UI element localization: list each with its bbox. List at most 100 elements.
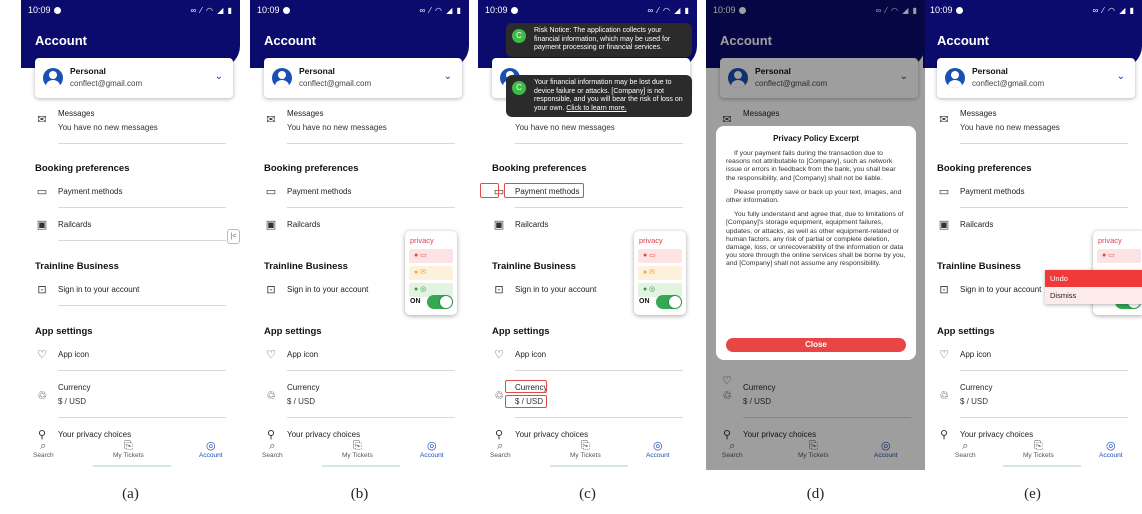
- ticket-icon: ⎘: [580, 440, 590, 452]
- briefcase-icon: ⊡: [37, 284, 47, 296]
- messages-label: Messages: [960, 109, 997, 118]
- heart-icon: ♡: [494, 349, 504, 361]
- modal-paragraph: Please promptly save or back up your tex…: [726, 188, 902, 205]
- tab-my-tickets[interactable]: ⎘ My Tickets: [570, 440, 601, 459]
- highlight-currency-value: [505, 395, 547, 408]
- status-bar: 10:09 ∞ ⁄ ◠ ◢ ▮: [923, 0, 1142, 20]
- modal-paragraph: You fully understand and agree that, due…: [726, 211, 906, 268]
- privacy-card-item[interactable]: ● ▭: [1097, 249, 1141, 263]
- divider: [515, 207, 683, 208]
- envelope-icon: ✉: [37, 114, 47, 126]
- privacy-mail-item[interactable]: ● ✉: [638, 266, 682, 280]
- caption-d: (d): [806, 486, 825, 502]
- tab-my-tickets[interactable]: ⎘ My Tickets: [113, 440, 144, 459]
- status-bar: 10:09 ∞ ⁄ ◠ ◢ ▮: [250, 0, 469, 20]
- privacy-toggle[interactable]: [656, 295, 682, 309]
- tab-account[interactable]: ◎ Account: [646, 440, 670, 459]
- tab-account[interactable]: ◎ Account: [1099, 440, 1123, 459]
- app-settings-title: App settings: [264, 326, 322, 337]
- undo-menu-item[interactable]: Undo: [1045, 270, 1142, 287]
- privacy-toggle[interactable]: [427, 295, 453, 309]
- page-title: Account: [35, 33, 87, 48]
- close-button[interactable]: Close: [726, 338, 906, 352]
- tab-search[interactable]: ⌕ Search: [490, 440, 511, 459]
- privacy-card-item[interactable]: ● ▭: [409, 249, 453, 263]
- privacy-mail-item[interactable]: ● ✉: [409, 266, 453, 280]
- app-icon-label: App icon: [287, 350, 319, 359]
- risk-notice-toast[interactable]: C Risk Notice: The application collects …: [506, 23, 692, 57]
- account-switcher[interactable]: Personal conflect@gmail.com ⌄: [937, 58, 1135, 98]
- bottom-tab-bar: ⌕ Search ⎘ My Tickets ◎ Account: [250, 436, 469, 470]
- highlight-payment-methods: [504, 183, 584, 198]
- search-icon: ⌕: [40, 440, 47, 452]
- envelope-icon: ✉: [266, 114, 276, 126]
- heart-icon: ♡: [266, 349, 276, 361]
- divider: [58, 305, 226, 306]
- booking-section-title: Booking preferences: [492, 163, 587, 174]
- messages-label: Messages: [58, 109, 95, 118]
- tab-search[interactable]: ⌕ Search: [955, 440, 976, 459]
- undo-dismiss-menu: Undo Dismiss: [1045, 270, 1142, 304]
- sign-in-label: Sign in to your account: [287, 285, 369, 294]
- account-switcher[interactable]: Personal conflect@gmail.com ⌄: [264, 58, 462, 98]
- piggy-bank-icon: ♲: [939, 390, 949, 402]
- data-loss-toast[interactable]: C Your financial information may be lost…: [506, 75, 692, 117]
- booking-section-title: Booking preferences: [35, 163, 130, 174]
- avatar-icon: [272, 68, 292, 88]
- privacy-widget-title: privacy: [1098, 236, 1122, 245]
- piggy-bank-icon: ♲: [37, 390, 47, 402]
- app-icon-label: App icon: [58, 350, 90, 359]
- status-time: 10:09: [930, 5, 953, 15]
- dismiss-menu-item[interactable]: Dismiss: [1045, 287, 1142, 304]
- caption-e: (e): [1024, 486, 1041, 502]
- railcard-icon: ▣: [938, 219, 950, 231]
- tab-my-tickets[interactable]: ⎘ My Tickets: [342, 440, 373, 459]
- currency-value: $ / USD: [287, 397, 316, 406]
- divider: [287, 417, 455, 418]
- privacy-widget[interactable]: privacy ● ▭ ● ✉ ● ◎ ON: [405, 231, 457, 315]
- currency-label: Currency: [58, 383, 91, 392]
- account-name: Personal: [70, 66, 106, 76]
- tab-account[interactable]: ◎ Account: [420, 440, 444, 459]
- chevron-down-icon[interactable]: ⌄: [215, 71, 223, 82]
- status-dot-icon: [282, 7, 290, 14]
- chevron-down-icon[interactable]: ⌄: [1117, 71, 1125, 82]
- piggy-bank-icon: ♲: [266, 390, 276, 402]
- learn-more-link[interactable]: Click to learn more.: [566, 105, 626, 112]
- railcard-icon: ▣: [36, 219, 48, 231]
- business-section-title: Trainline Business: [35, 261, 119, 272]
- card-icon: ▭: [265, 186, 277, 198]
- risk-notice-text: Risk Notice: The application collects yo…: [534, 27, 671, 51]
- app-icon-label: App icon: [515, 350, 547, 359]
- ticket-icon: ⎘: [123, 440, 133, 452]
- collapse-widget-button[interactable]: |<: [227, 229, 240, 244]
- tab-search[interactable]: ⌕ Search: [33, 440, 54, 459]
- account-switcher[interactable]: Personal conflect@gmail.com ⌄: [35, 58, 233, 98]
- privacy-policy-modal: Privacy Policy Excerpt If your payment f…: [716, 126, 916, 360]
- tab-my-tickets[interactable]: ⎘ My Tickets: [1023, 440, 1054, 459]
- bottom-tab-bar: ⌕ Search ⎘ My Tickets ◎ Account: [478, 436, 697, 470]
- status-icons: ∞ ⁄ ◠ ◢ ▮: [190, 5, 233, 15]
- avatar-icon: [945, 68, 965, 88]
- company-badge-icon: C: [512, 81, 526, 95]
- tab-search[interactable]: ⌕ Search: [262, 440, 283, 459]
- sign-in-label: Sign in to your account: [58, 285, 140, 294]
- bottom-tab-bar: ⌕ Search ⎘ My Tickets ◎ Account: [923, 436, 1142, 470]
- privacy-widget[interactable]: privacy ● ▭ ● ✉ ● ◎ ON: [634, 231, 686, 315]
- status-dot-icon: [510, 7, 518, 14]
- tab-account[interactable]: ◎ Account: [199, 440, 223, 459]
- search-icon: ⌕: [962, 440, 969, 452]
- currency-value: $ / USD: [58, 397, 87, 406]
- status-bar: 10:09 ∞ ⁄ ◠ ◢ ▮: [478, 0, 697, 20]
- messages-label: Messages: [287, 109, 324, 118]
- screen-c: 10:09 ∞ ⁄ ◠ ◢ ▮ C Risk Notice: The appli…: [478, 0, 697, 470]
- chevron-down-icon[interactable]: ⌄: [444, 71, 452, 82]
- app-settings-title: App settings: [492, 326, 550, 337]
- messages-sub: You have no new messages: [515, 123, 615, 132]
- booking-section-title: Booking preferences: [937, 163, 1032, 174]
- sign-in-label: Sign in to your account: [960, 285, 1042, 294]
- railcards-label: Railcards: [515, 220, 549, 229]
- business-section-title: Trainline Business: [264, 261, 348, 272]
- privacy-card-item[interactable]: ● ▭: [638, 249, 682, 263]
- railcards-label: Railcards: [287, 220, 321, 229]
